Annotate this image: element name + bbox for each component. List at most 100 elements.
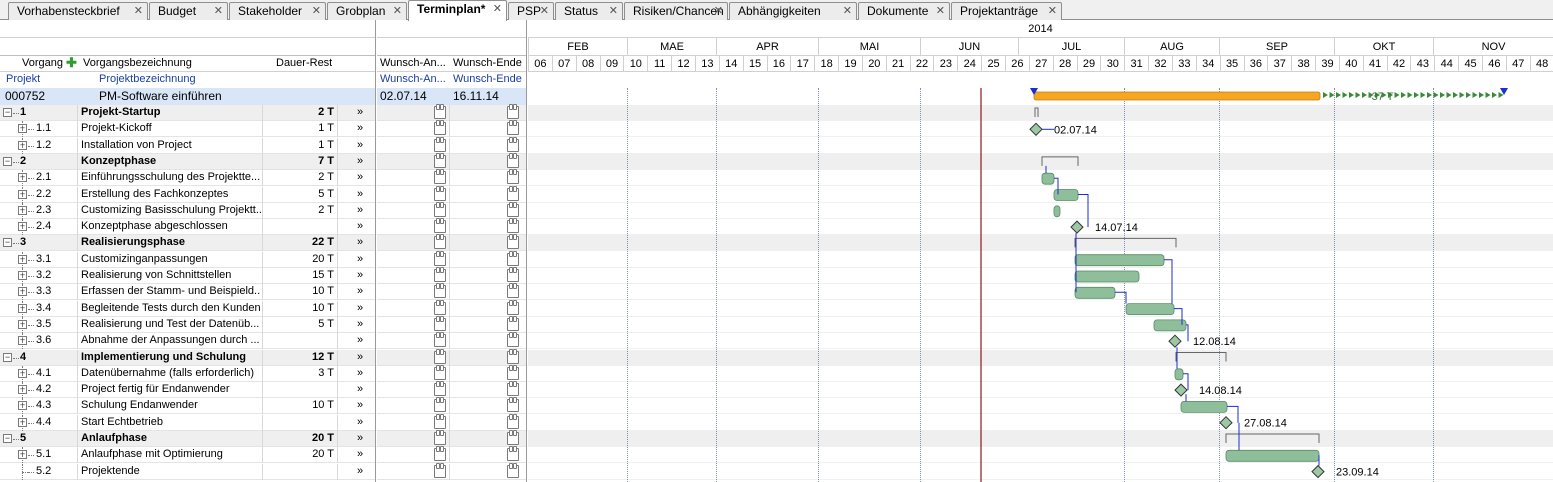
task-row[interactable]: +5.1 Anlaufphase mit Optimierung 20 T» bbox=[0, 447, 375, 464]
expand-arrow-icon[interactable]: » bbox=[357, 382, 363, 398]
collapse-icon[interactable]: − bbox=[3, 238, 12, 248]
close-icon[interactable]: ✕ bbox=[609, 3, 618, 19]
expand-arrow-icon[interactable]: » bbox=[357, 105, 363, 121]
tab-status[interactable]: Status ✕ bbox=[555, 2, 623, 20]
collapse-icon[interactable]: − bbox=[3, 108, 12, 117]
calendar-icon[interactable] bbox=[507, 332, 519, 348]
calendar-icon[interactable] bbox=[434, 120, 446, 136]
task-row[interactable]: −5 Anlaufphase 20 T » bbox=[0, 431, 375, 447]
collapse-icon[interactable]: − bbox=[3, 434, 12, 443]
calendar-icon[interactable] bbox=[434, 462, 446, 478]
expand-arrow-icon[interactable]: » bbox=[357, 252, 363, 268]
expand-arrow-icon[interactable]: » bbox=[357, 187, 363, 203]
task-row[interactable]: +3.2 Realisierung von Schnittstellen 15 T» bbox=[0, 268, 375, 284]
calendar-icon[interactable] bbox=[434, 364, 446, 380]
expand-arrow-icon[interactable]: » bbox=[357, 154, 363, 170]
expand-arrow-icon[interactable]: » bbox=[357, 415, 363, 431]
task-row[interactable]: +3.3 Erfassen der Stamm- und Beispield...… bbox=[0, 284, 375, 301]
expand-arrow-icon[interactable]: » bbox=[357, 317, 363, 333]
close-icon[interactable]: ✕ bbox=[936, 3, 945, 19]
task-row[interactable]: −1 Projekt-Startup 2 T » bbox=[0, 105, 375, 121]
expand-arrow-icon[interactable]: » bbox=[357, 235, 363, 251]
task-row[interactable]: +2.4 Konzeptphase abgeschlossen» bbox=[0, 219, 375, 236]
project-end-date[interactable]: 16.11.14 bbox=[453, 88, 499, 105]
task-row[interactable]: +3.5 Realisierung und Test der Datenüb...… bbox=[0, 316, 375, 333]
task-row[interactable]: −4 Implementierung und Schulung 12 T » bbox=[0, 349, 375, 366]
task-row[interactable]: +2.3 Customizing Basisschulung Projektt..… bbox=[0, 202, 375, 219]
tab-stakeholder[interactable]: Stakeholder ✕ bbox=[229, 2, 326, 20]
collapse-icon[interactable]: − bbox=[3, 156, 12, 166]
calendar-icon[interactable] bbox=[507, 201, 519, 217]
plus-icon[interactable]: ✚ bbox=[66, 56, 77, 72]
calendar-icon[interactable] bbox=[434, 413, 446, 429]
project-row[interactable]: 000752 PM-Software einführen bbox=[0, 88, 375, 105]
tab-abhängigkeiten[interactable]: Abhängigkeiten ✕ bbox=[729, 2, 857, 20]
calendar-icon[interactable] bbox=[507, 299, 519, 315]
task-row[interactable]: +2.2 Erstellung des Fachkonzeptes 5 T» bbox=[0, 186, 375, 203]
tab-dokumente[interactable]: Dokumente ✕ bbox=[858, 2, 950, 20]
tab-budget[interactable]: Budget ✕ bbox=[149, 2, 228, 20]
col-name-header[interactable]: Vorgangsbezeichnung bbox=[83, 56, 192, 72]
expand-arrow-icon[interactable]: » bbox=[357, 284, 363, 300]
calendar-icon[interactable] bbox=[434, 381, 446, 397]
calendar-icon[interactable] bbox=[507, 267, 519, 282]
expand-arrow-icon[interactable]: » bbox=[357, 121, 363, 137]
task-row[interactable]: +4.2 Project fertig für Endanwender» bbox=[0, 382, 375, 399]
calendar-icon[interactable] bbox=[434, 299, 446, 315]
tab-projektanträge[interactable]: Projektanträge ✕ bbox=[951, 2, 1062, 20]
expand-arrow-icon[interactable]: » bbox=[357, 333, 363, 349]
calendar-icon[interactable] bbox=[507, 218, 519, 234]
calendar-icon[interactable] bbox=[507, 462, 519, 478]
calendar-icon[interactable] bbox=[434, 201, 446, 217]
task-row[interactable]: +4.3 Schulung Endanwender 10 T» bbox=[0, 398, 375, 415]
task-row[interactable]: +2.1 Einführungsschulung des Projektte...… bbox=[0, 170, 375, 187]
close-icon[interactable]: ✕ bbox=[540, 3, 549, 19]
calendar-icon[interactable] bbox=[434, 218, 446, 234]
calendar-icon[interactable] bbox=[507, 169, 519, 185]
calendar-icon[interactable] bbox=[507, 152, 519, 168]
calendar-icon[interactable] bbox=[434, 348, 446, 364]
task-row[interactable]: +4.1 Datenübernahme (falls erforderlich) 3… bbox=[0, 365, 375, 382]
task-row[interactable]: +4.4 Start Echtbetrieb» bbox=[0, 414, 375, 431]
calendar-icon[interactable] bbox=[507, 120, 519, 136]
calendar-icon[interactable] bbox=[507, 136, 519, 152]
calendar-icon[interactable] bbox=[507, 397, 519, 413]
project-dates-row[interactable]: 02.07.14 16.11.14 bbox=[377, 88, 526, 105]
col-vorgang-header[interactable]: Vorgang bbox=[22, 56, 63, 72]
calendar-icon[interactable] bbox=[434, 185, 446, 201]
col-dauer-header[interactable]: Dauer-Rest bbox=[276, 56, 332, 72]
close-icon[interactable]: ✕ bbox=[714, 3, 723, 19]
calendar-icon[interactable] bbox=[507, 315, 519, 331]
close-icon[interactable]: ✕ bbox=[393, 3, 402, 19]
calendar-icon[interactable] bbox=[507, 185, 519, 201]
task-row[interactable]: +3.6 Abnahme der Anpassungen durch ...» bbox=[0, 333, 375, 350]
task-row[interactable]: −2 Konzeptphase 7 T » bbox=[0, 153, 375, 170]
calendar-icon[interactable] bbox=[507, 348, 519, 364]
task-row[interactable]: −3 Realisierungsphase 22 T » bbox=[0, 235, 375, 252]
expand-arrow-icon[interactable]: » bbox=[357, 350, 363, 366]
calendar-icon[interactable] bbox=[434, 397, 446, 413]
expand-arrow-icon[interactable]: » bbox=[357, 268, 363, 284]
calendar-icon[interactable] bbox=[507, 283, 519, 299]
close-icon[interactable]: ✕ bbox=[843, 3, 852, 19]
expand-arrow-icon[interactable]: » bbox=[357, 398, 363, 414]
expand-arrow-icon[interactable]: » bbox=[357, 464, 363, 480]
expand-arrow-icon[interactable]: » bbox=[357, 366, 363, 382]
expand-arrow-icon[interactable]: » bbox=[357, 447, 363, 463]
calendar-icon[interactable] bbox=[507, 413, 519, 429]
col-wunsch-ende-header[interactable]: Wunsch-Ende bbox=[453, 56, 522, 72]
calendar-icon[interactable] bbox=[434, 315, 446, 331]
tab-psp[interactable]: PSP ✕ bbox=[508, 2, 554, 20]
expand-arrow-icon[interactable]: » bbox=[357, 138, 363, 154]
calendar-icon[interactable] bbox=[434, 332, 446, 348]
tab-vorhabensteckbrief[interactable]: Vorhabensteckbrief ✕ bbox=[8, 2, 148, 20]
calendar-icon[interactable] bbox=[434, 152, 446, 168]
expand-arrow-icon[interactable]: » bbox=[357, 170, 363, 186]
tab-terminplan[interactable]: Terminplan* ✕ bbox=[408, 0, 507, 21]
calendar-icon[interactable] bbox=[507, 381, 519, 397]
close-icon[interactable]: ✕ bbox=[134, 3, 143, 19]
project-start-date[interactable]: 02.07.14 bbox=[380, 88, 427, 105]
calendar-icon[interactable] bbox=[434, 250, 446, 266]
calendar-icon[interactable] bbox=[434, 267, 446, 282]
task-row[interactable]: +3.4 Begleitende Tests durch den Kunden 10… bbox=[0, 300, 375, 317]
